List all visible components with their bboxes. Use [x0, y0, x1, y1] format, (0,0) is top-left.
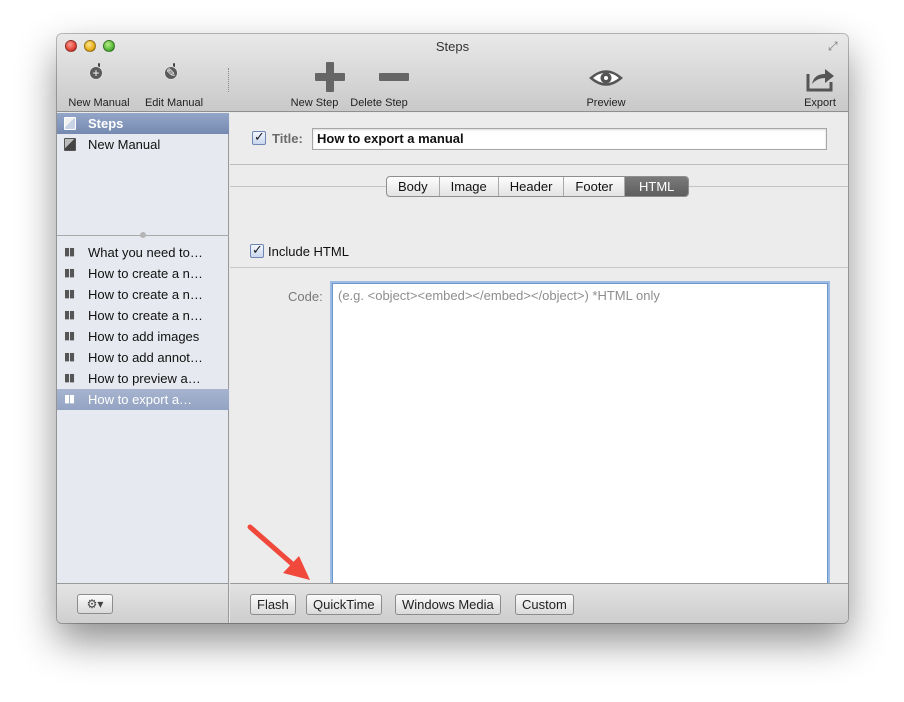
include-html-checkbox[interactable]: [250, 242, 264, 258]
media-button-bar: Flash QuickTime Windows Media Custom: [230, 583, 848, 623]
manual-item-label: Steps: [88, 116, 124, 131]
eye-icon: [581, 62, 631, 94]
list-item[interactable]: ▮▮ What you need to…: [57, 242, 229, 263]
step-label: How to preview a…: [88, 371, 201, 386]
list-item[interactable]: ▮▮ How to preview a…: [57, 368, 229, 389]
edit-manual-button[interactable]: ✎ Edit Manual: [138, 62, 210, 109]
fullscreen-icon[interactable]: ⤢: [828, 39, 842, 53]
footprints-icon: ▮▮: [64, 246, 75, 258]
new-manual-icon: +: [64, 62, 134, 94]
tab-bar: Body Image Header Footer HTML: [386, 176, 690, 197]
footprints-icon: ▮▮: [64, 288, 75, 300]
footprints-icon: ▮▮: [64, 393, 75, 405]
step-label: How to create a n…: [88, 266, 203, 281]
edit-manual-icon: ✎: [138, 62, 210, 94]
list-item[interactable]: ▮▮ How to create a n…: [57, 263, 229, 284]
step-label: How to add images: [88, 329, 200, 344]
export-button[interactable]: Export: [798, 62, 842, 109]
manual-item-label: New Manual: [88, 137, 161, 152]
tab-footer[interactable]: Footer: [563, 177, 624, 196]
include-html-label: Include HTML: [268, 244, 349, 259]
manuals-list: Steps New Manual: [57, 113, 229, 238]
toolbar: Steps ⤢ + New Manual ✎ Edit Manual New S…: [57, 34, 848, 112]
footprints-icon: ▮▮: [64, 267, 75, 279]
title-checkbox[interactable]: [252, 129, 266, 145]
preview-label: Preview: [586, 97, 626, 109]
preview-button[interactable]: Preview: [581, 62, 631, 109]
manual-doc-icon: [64, 138, 76, 151]
title-input[interactable]: How to export a manual: [312, 128, 827, 150]
title-label: Title:: [272, 131, 303, 146]
new-step-button[interactable]: New Step: [286, 62, 343, 109]
minus-icon: [347, 62, 411, 94]
step-label: What you need to…: [88, 245, 203, 260]
manual-item-new-manual[interactable]: New Manual: [57, 134, 229, 155]
toolbar-separator: [228, 68, 229, 92]
export-label: Export: [804, 97, 836, 109]
flash-button[interactable]: Flash: [250, 594, 296, 615]
custom-button[interactable]: Custom: [515, 594, 574, 615]
gear-icon: ⚙▾: [86, 597, 104, 611]
code-textarea[interactable]: (e.g. <object><embed></embed></object>) …: [332, 283, 828, 600]
step-label: How to export a…: [88, 392, 193, 407]
step-label: How to create a n…: [88, 287, 203, 302]
split-view-grip-icon[interactable]: [140, 232, 146, 238]
app-window: Steps ⤢ + New Manual ✎ Edit Manual New S…: [57, 34, 848, 623]
edit-manual-label: Edit Manual: [144, 97, 204, 109]
code-label: Code:: [288, 289, 323, 304]
sidebar: Steps New Manual ▮▮ What you need to… ▮▮…: [57, 113, 229, 584]
footprints-icon: ▮▮: [64, 330, 75, 342]
step-label: How to add annot…: [88, 350, 203, 365]
manual-doc-icon: [64, 117, 76, 130]
list-item[interactable]: ▮▮ How to add images: [57, 326, 229, 347]
delete-step-button[interactable]: Delete Step: [347, 62, 411, 109]
list-item[interactable]: ▮▮ How to create a n…: [57, 305, 229, 326]
editor-pane: Title: How to export a manual Body Image…: [230, 113, 848, 600]
list-item-selected[interactable]: ▮▮ How to export a…: [57, 389, 229, 410]
list-item[interactable]: ▮▮ How to add annot…: [57, 347, 229, 368]
tab-html[interactable]: HTML: [624, 177, 689, 196]
manual-item-steps[interactable]: Steps: [57, 113, 229, 134]
export-icon: [798, 62, 842, 94]
annotation-arrow-icon: [247, 524, 310, 580]
title-row: Title: How to export a manual: [230, 113, 848, 165]
new-step-label: New Step: [290, 97, 339, 109]
window-title: Steps: [435, 39, 470, 54]
tab-header[interactable]: Header: [497, 177, 564, 196]
new-manual-label: New Manual: [68, 97, 130, 109]
plus-icon: [286, 62, 343, 94]
delete-step-label: Delete Step: [350, 97, 408, 109]
footprints-icon: ▮▮: [64, 372, 75, 384]
quicktime-button[interactable]: QuickTime: [306, 594, 382, 615]
sidebar-bottom-bar: ⚙▾: [57, 583, 229, 623]
new-manual-button[interactable]: + New Manual: [64, 62, 134, 109]
tab-body[interactable]: Body: [387, 177, 439, 196]
divider: [230, 267, 848, 268]
footprints-icon: ▮▮: [64, 309, 75, 321]
footprints-icon: ▮▮: [64, 351, 75, 363]
windows-media-button[interactable]: Windows Media: [395, 594, 501, 615]
step-label: How to create a n…: [88, 308, 203, 323]
tab-image[interactable]: Image: [438, 177, 498, 196]
gear-menu-button[interactable]: ⚙▾: [77, 594, 113, 614]
list-item[interactable]: ▮▮ How to create a n…: [57, 284, 229, 305]
